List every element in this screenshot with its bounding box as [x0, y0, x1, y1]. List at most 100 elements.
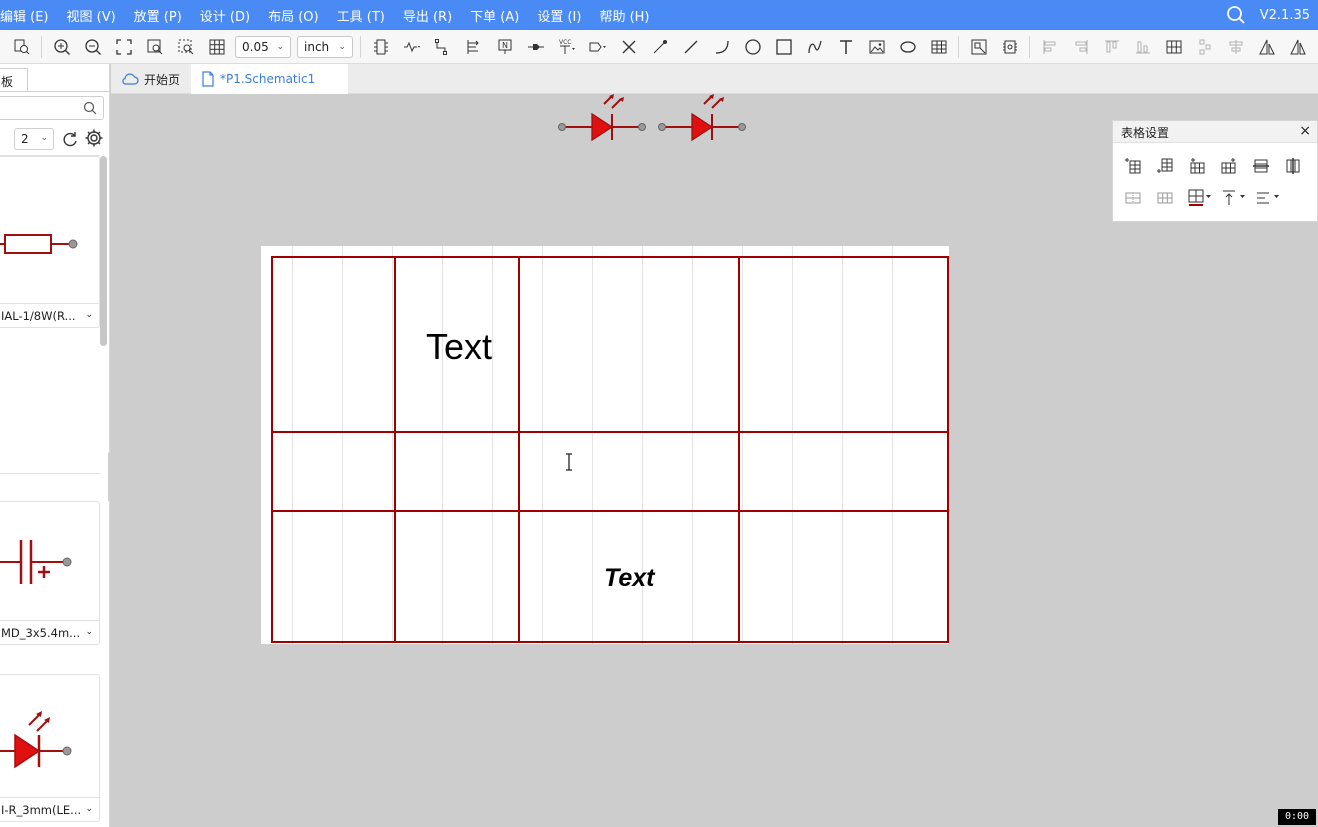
- page-select[interactable]: 2 ⌄: [14, 128, 54, 150]
- zoom-in-icon[interactable]: [50, 35, 74, 59]
- fit-view-icon[interactable]: [112, 35, 136, 59]
- zoom-area-icon[interactable]: [143, 35, 167, 59]
- library-card-resistor[interactable]: IAL-1/8W(R... ⌄: [0, 156, 100, 328]
- gear-icon[interactable]: [84, 128, 104, 148]
- zoom-out-icon[interactable]: [81, 35, 105, 59]
- table-icon[interactable]: [927, 35, 951, 59]
- split-cells-icon[interactable]: [1153, 187, 1177, 209]
- wire-icon[interactable]: [431, 35, 455, 59]
- menu-layout[interactable]: 布局 (O): [259, 6, 328, 25]
- toolbar-separator: [958, 35, 959, 58]
- merge-cells-icon[interactable]: [1121, 187, 1145, 209]
- led-component[interactable]: [558, 94, 646, 142]
- card-label: MD_3x5.4m... ⌄: [0, 620, 99, 644]
- find-component-icon[interactable]: [10, 35, 34, 59]
- menu-place[interactable]: 放置 (P): [125, 6, 191, 25]
- circle-icon[interactable]: [741, 35, 765, 59]
- align-bottom-icon[interactable]: [1131, 35, 1155, 59]
- menu-edit[interactable]: 编辑 (E): [0, 6, 58, 25]
- net-label-icon[interactable]: N: [493, 35, 517, 59]
- chip-settings-icon[interactable]: [998, 35, 1022, 59]
- menu-help[interactable]: 帮助 (H): [590, 6, 658, 25]
- card-label: IAL-1/8W(R... ⌄: [0, 303, 99, 327]
- wire-dropdown-icon[interactable]: [400, 35, 424, 59]
- tab-start-page[interactable]: 开始页: [111, 64, 191, 94]
- distribute-icon[interactable]: [1162, 35, 1186, 59]
- tab-schematic[interactable]: *P1.Schematic1: [191, 64, 348, 94]
- pin-icon[interactable]: [648, 35, 672, 59]
- component-icon[interactable]: [369, 35, 393, 59]
- image-icon[interactable]: [865, 35, 889, 59]
- arc-icon[interactable]: [710, 35, 734, 59]
- insert-column-right-icon[interactable]: [1217, 155, 1241, 177]
- chevron-down-icon[interactable]: ⌄: [85, 804, 93, 814]
- recording-timer: 0:00: [1278, 809, 1316, 825]
- annotate-icon[interactable]: [967, 35, 991, 59]
- port-dropdown-icon[interactable]: [586, 35, 610, 59]
- tab-label: 开始页: [144, 72, 181, 87]
- zoom-selection-icon[interactable]: [174, 35, 198, 59]
- insert-row-above-icon[interactable]: [1121, 155, 1145, 177]
- chevron-down-icon[interactable]: ⌄: [85, 310, 93, 320]
- table-settings-row-2: [1121, 187, 1287, 209]
- svg-text:N: N: [502, 41, 508, 50]
- bezier-icon[interactable]: [803, 35, 827, 59]
- insert-column-left-icon[interactable]: [1185, 155, 1209, 177]
- border-dropdown-icon[interactable]: [1185, 187, 1215, 209]
- rotate-icon[interactable]: [1255, 35, 1279, 59]
- no-connect-icon[interactable]: [617, 35, 641, 59]
- toolbar: 0.05 ⌄ inch ⌄ N VCC: [0, 30, 1318, 64]
- unit-select[interactable]: inch ⌄: [297, 35, 353, 58]
- align-left-icon[interactable]: [1038, 35, 1062, 59]
- tab-divider: [0, 91, 109, 92]
- panel-scrollbar[interactable]: [100, 156, 107, 346]
- table-cell-text-bold-italic[interactable]: Text: [604, 564, 654, 593]
- align-top-icon[interactable]: [1100, 35, 1124, 59]
- bus-icon[interactable]: [462, 35, 486, 59]
- grid-size-value: 0.05: [242, 39, 269, 54]
- library-search-input[interactable]: [0, 96, 104, 120]
- net-port-icon[interactable]: [524, 35, 548, 59]
- delete-column-icon[interactable]: [1281, 155, 1305, 177]
- horizontal-align-dropdown-icon[interactable]: [1253, 187, 1283, 209]
- distribute-vertical-icon[interactable]: [1193, 35, 1217, 59]
- vertical-align-dropdown-icon[interactable]: [1219, 187, 1249, 209]
- unit-value: inch: [304, 39, 330, 54]
- close-icon[interactable]: ×: [1299, 123, 1311, 139]
- toolbar-separator: [41, 35, 42, 58]
- card-label-text: IAL-1/8W(R...: [1, 309, 76, 323]
- menu-settings[interactable]: 设置 (I): [528, 6, 590, 25]
- text-icon[interactable]: [834, 35, 858, 59]
- grid-size-select[interactable]: 0.05 ⌄: [235, 35, 291, 58]
- menu-order[interactable]: 下单 (A): [461, 6, 528, 25]
- align-right-icon[interactable]: [1069, 35, 1093, 59]
- document-icon: [202, 71, 214, 87]
- rectangle-icon[interactable]: [772, 35, 796, 59]
- insert-row-below-icon[interactable]: [1153, 155, 1177, 177]
- library-card-capacitor[interactable]: MD_3x5.4m... ⌄: [0, 501, 100, 645]
- search-icon[interactable]: [1226, 5, 1246, 25]
- menu-tools[interactable]: 工具 (T): [328, 6, 394, 25]
- refresh-icon[interactable]: [60, 129, 80, 149]
- line-icon[interactable]: [679, 35, 703, 59]
- card-label-text: I-R_3mm(LE...: [1, 803, 82, 817]
- library-panel: 板 2 ⌄ IAL-1/8W(R... ⌄ MD_3x5.4m... ⌄ I-R…: [0, 64, 110, 827]
- library-tab[interactable]: 板: [0, 68, 28, 92]
- menu-export[interactable]: 导出 (R): [394, 6, 461, 25]
- table-settings-row-1: [1121, 155, 1313, 177]
- menu-design[interactable]: 设计 (D): [191, 6, 259, 25]
- library-card-led[interactable]: I-R_3mm(LE... ⌄: [0, 674, 100, 822]
- chevron-down-icon[interactable]: ⌄: [85, 627, 93, 637]
- resistor-symbol: [0, 234, 78, 254]
- led-component[interactable]: [658, 94, 746, 142]
- led-components[interactable]: [556, 94, 748, 144]
- grid-icon[interactable]: [205, 35, 229, 59]
- delete-row-icon[interactable]: [1249, 155, 1273, 177]
- search-icon[interactable]: [83, 101, 97, 115]
- vcc-dropdown-icon[interactable]: VCC: [555, 35, 579, 59]
- table-cell-text[interactable]: Text: [426, 326, 492, 368]
- flip-icon[interactable]: [1286, 35, 1310, 59]
- align-center-icon[interactable]: [1224, 35, 1248, 59]
- menu-view[interactable]: 视图 (V): [58, 6, 125, 25]
- ellipse-icon[interactable]: [896, 35, 920, 59]
